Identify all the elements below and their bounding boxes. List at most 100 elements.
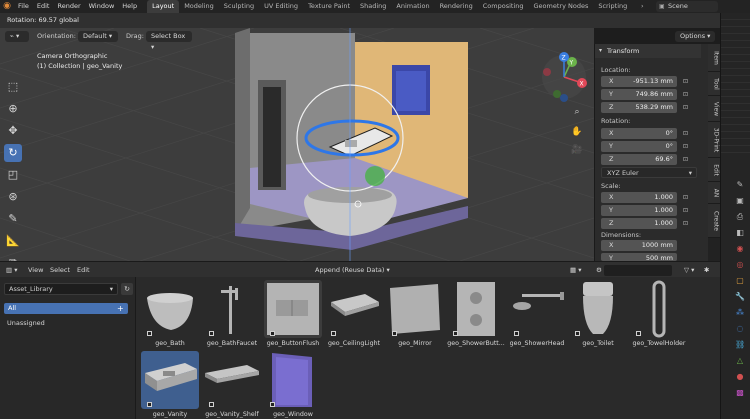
scene-selector[interactable]: Scene — [656, 1, 718, 12]
material-properties-icon[interactable]: ● — [735, 372, 745, 382]
lock-icon[interactable]: ⊡ — [683, 91, 691, 99]
dimensions-y-field[interactable]: Y 500 mm — [601, 253, 677, 261]
asset-checkbox[interactable] — [270, 402, 275, 407]
asset-library-dropdown[interactable]: Asset_Library ▾ — [4, 283, 118, 295]
drag-dropdown[interactable]: Select Box ▾ — [146, 31, 192, 51]
navigation-gizmo[interactable]: X Y Z — [539, 52, 589, 102]
menu-help[interactable]: Help — [118, 0, 141, 13]
zoom-icon[interactable]: ⌕ — [569, 104, 585, 120]
constraints-icon[interactable]: ⛓ — [735, 340, 745, 350]
menu-select[interactable]: Select — [50, 264, 70, 276]
gear-icon[interactable]: ✱ — [704, 264, 709, 276]
data-properties-icon[interactable]: △ — [735, 356, 745, 366]
asset-checkbox[interactable] — [209, 331, 214, 336]
menu-edit[interactable]: Edit — [77, 264, 90, 276]
asset-checkbox[interactable] — [392, 331, 397, 336]
options-dropdown[interactable]: Options ▾ — [675, 31, 716, 42]
view-layer-icon[interactable]: ◧ — [735, 228, 745, 238]
add-catalog-icon[interactable]: + — [117, 304, 124, 313]
filter-icon[interactable]: ▽ ▾ — [684, 264, 694, 276]
search-input[interactable] — [604, 265, 672, 276]
rotation-z-field[interactable]: Z 69.6° — [601, 154, 677, 165]
lock-icon[interactable]: ⊡ — [683, 78, 691, 86]
tab-view[interactable]: View — [708, 96, 720, 122]
scale-z-field[interactable]: Z 1.000 — [601, 218, 677, 229]
rotation-x-field[interactable]: X 0° — [601, 128, 677, 139]
menu-view[interactable]: View — [28, 264, 43, 276]
lock-icon[interactable]: ⊡ — [683, 156, 691, 164]
location-x-field[interactable]: X -951.13 mm — [601, 76, 677, 87]
orientation-dropdown[interactable]: Default ▾ — [78, 31, 118, 42]
tab-modeling[interactable]: Modeling — [179, 0, 219, 13]
tab-scripting[interactable]: Scripting — [593, 0, 632, 13]
display-mode-icon[interactable]: ▦ ▾ — [570, 264, 581, 276]
asset-checkbox[interactable] — [209, 402, 214, 407]
menu-window[interactable]: Window — [85, 0, 119, 13]
move-tool-icon[interactable]: ✥ — [4, 122, 22, 140]
workspace-scroll-right-icon[interactable]: › — [636, 0, 649, 13]
3d-viewport[interactable]: ⌁ ▾ Orientation: Default ▾ Drag: Select … — [0, 28, 594, 261]
transform-panel-header[interactable]: Transform — [595, 44, 701, 58]
tool-properties-icon[interactable]: ✎ — [735, 180, 745, 190]
render-properties-icon[interactable]: ▣ — [735, 196, 745, 206]
catalog-unassigned[interactable]: Unassigned — [7, 318, 45, 329]
asset-checkbox[interactable] — [514, 331, 519, 336]
menu-render[interactable]: Render — [53, 0, 84, 13]
scale-tool-icon[interactable]: ◰ — [4, 166, 22, 184]
scene-properties-icon[interactable]: ◉ — [735, 244, 745, 254]
output-properties-icon[interactable]: ⎙ — [735, 212, 745, 222]
tab-layout[interactable]: Layout — [147, 0, 180, 13]
catalog-all[interactable]: All — [4, 303, 128, 314]
add-cube-tool-icon[interactable]: ⧉ — [4, 254, 22, 261]
lock-icon[interactable]: ⊡ — [683, 194, 691, 202]
asset-checkbox[interactable] — [270, 331, 275, 336]
tab-texture-paint[interactable]: Texture Paint — [303, 0, 355, 13]
texture-properties-icon[interactable]: ▩ — [735, 388, 745, 398]
lock-icon[interactable]: ⊡ — [683, 104, 691, 112]
modifier-properties-icon[interactable]: 🔧 — [735, 292, 745, 302]
blender-logo-icon[interactable]: ◉ — [0, 0, 14, 13]
tab-sculpting[interactable]: Sculpting — [219, 0, 259, 13]
asset-checkbox[interactable] — [575, 331, 580, 336]
asset-checkbox[interactable] — [453, 331, 458, 336]
camera-view-icon[interactable]: 🎥 — [569, 142, 585, 158]
world-properties-icon[interactable]: ◎ — [735, 260, 745, 270]
location-y-field[interactable]: Y 749.86 mm — [601, 89, 677, 100]
dimensions-x-field[interactable]: X 1000 mm — [601, 240, 677, 251]
import-mode-dropdown[interactable]: Append (Reuse Data) ▾ — [315, 264, 390, 276]
particles-icon[interactable]: ⁂ — [735, 308, 745, 318]
object-properties-icon[interactable]: ▢ — [735, 276, 745, 286]
tab-shading[interactable]: Shading — [355, 0, 391, 13]
lock-icon[interactable]: ⊡ — [683, 207, 691, 215]
asset-checkbox[interactable] — [147, 402, 152, 407]
refresh-icon[interactable]: ↻ — [121, 283, 133, 295]
tab-compositing[interactable]: Compositing — [478, 0, 529, 13]
rotation-mode-dropdown[interactable]: XYZ Euler ▾ — [601, 167, 697, 178]
measure-tool-icon[interactable]: 📐 — [4, 232, 22, 250]
select-box-tool-icon[interactable]: ⬚ — [4, 78, 22, 96]
editor-type-icon[interactable]: ▥ ▾ — [6, 264, 17, 276]
rotate-gizmo-y-handle[interactable] — [365, 166, 385, 186]
object-mode-dropdown[interactable]: ⌁ ▾ — [5, 31, 29, 42]
lock-icon[interactable]: ⊡ — [683, 143, 691, 151]
tab-geometry-nodes[interactable]: Geometry Nodes — [529, 0, 594, 13]
lock-icon[interactable]: ⊡ — [683, 220, 691, 228]
location-z-field[interactable]: Z 538.29 mm — [601, 102, 677, 113]
lock-icon[interactable]: ⊡ — [683, 130, 691, 138]
tab-uv-editing[interactable]: UV Editing — [259, 0, 303, 13]
menu-file[interactable]: File — [14, 0, 33, 13]
asset-checkbox[interactable] — [636, 331, 641, 336]
transform-tool-icon[interactable]: ⊛ — [4, 188, 22, 206]
scale-x-field[interactable]: X 1.000 — [601, 192, 677, 203]
pan-hand-icon[interactable]: ✋ — [569, 124, 585, 140]
physics-icon[interactable]: ◌ — [735, 324, 745, 334]
asset-checkbox[interactable] — [147, 331, 152, 336]
asset-checkbox[interactable] — [331, 331, 336, 336]
rotate-tool-icon[interactable]: ↻ — [4, 144, 22, 162]
menu-edit[interactable]: Edit — [33, 0, 54, 13]
rotation-y-field[interactable]: Y 0° — [601, 141, 677, 152]
tab-rendering[interactable]: Rendering — [435, 0, 478, 13]
cursor-tool-icon[interactable]: ⊕ — [4, 100, 22, 118]
settings-icon[interactable]: ⚙ — [596, 264, 602, 276]
scale-y-field[interactable]: Y 1.000 — [601, 205, 677, 216]
